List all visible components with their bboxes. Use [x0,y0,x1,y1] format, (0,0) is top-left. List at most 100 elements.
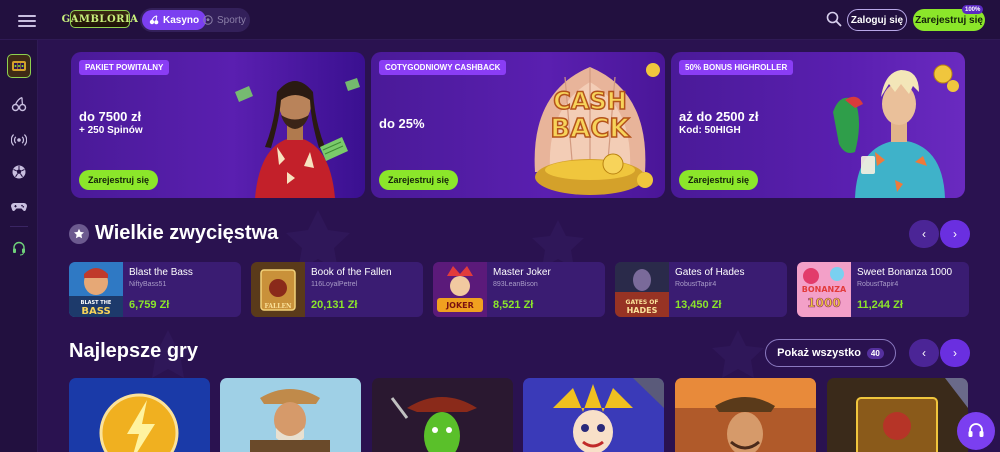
promo-character-illustration [235,78,360,198]
game-tile[interactable] [523,378,664,452]
promo-banner-highroller[interactable]: 50% BONUS HIGHROLLER aż do 2500 zł Kod: … [671,52,965,198]
big-win-game: Master Joker [493,267,551,278]
big-win-user: NiftyBass51 [129,281,167,288]
cherries-icon [149,15,159,25]
promo-subline: + 250 Spinów [79,125,143,136]
sidebar-item-casino[interactable] [7,92,31,116]
svg-text:FALLEN: FALLEN [264,303,292,310]
tab-sports[interactable]: Sporty [196,10,253,30]
promo-headline: aż do 2500 zł [679,109,759,124]
game-tile-art [675,378,816,452]
svg-text:GATES OF: GATES OF [626,299,659,306]
big-win-amount: 11,244 Zł [857,299,903,311]
tab-casino-label: Kasyno [163,14,200,26]
sidebar-item-support[interactable] [7,236,31,260]
games-count-badge: 40 [866,347,884,359]
headset-icon [13,241,25,256]
game-tile-art [220,378,361,452]
chevron-right-icon: › [953,346,957,360]
sidebar-item-sports[interactable] [7,160,31,184]
big-win-game: Book of the Fallen [311,267,392,278]
promo-headline: do 25% [379,116,425,131]
big-win-user: 893LeanBison [493,281,538,288]
game-thumbnail: BLAST THE BASS [69,262,123,317]
show-all-label: Pokaż wszystko [777,347,861,359]
chevron-right-icon: › [953,227,957,241]
sidebar-item-esports[interactable] [7,194,31,218]
promo-register-button[interactable]: Zarejestruj się [379,170,459,190]
big-win-card[interactable]: FALLEN Book of the Fallen 116LoyalPetrel… [251,262,423,317]
cashback-art-text-1: CASH [553,87,627,115]
svg-text:BONANZA: BONANZA [802,285,847,294]
game-thumbnail: GATES OF HADES [615,262,669,317]
big-win-card[interactable]: BONANZA 1000 Sweet Bonanza 1000 RobustTa… [797,262,969,317]
promo-register-button[interactable]: Zarejestruj się [79,170,159,190]
game-tile[interactable] [372,378,513,452]
big-wins-next-button[interactable]: › [940,220,970,248]
big-win-amount: 13,450 Zł [675,299,722,311]
soccer-ball-icon [203,15,213,25]
slot-machine-icon [12,61,26,71]
svg-text:JOKER: JOKER [445,301,474,310]
best-games-prev-button[interactable]: ‹ [909,339,939,367]
sidebar-divider [10,226,28,227]
promo-banner-cashback[interactable]: CASH BACK COTYGODNIOWY CASHBACK do 25% Z… [371,52,665,198]
cashback-shell-illustration: CASH BACK [534,63,660,195]
best-games-next-button[interactable]: › [940,339,970,367]
login-button[interactable]: Zaloguj się [847,9,907,31]
soccer-ball-icon [12,165,26,179]
bonus-badge: 100% [962,5,984,14]
big-win-user: RobustTapir4 [857,281,899,288]
promo-tag: COTYGODNIOWY CASHBACK [379,60,507,75]
game-tile[interactable] [69,378,210,452]
headset-icon [968,423,984,437]
mode-switch: Kasyno Sporty [140,8,250,32]
big-win-amount: 6,759 Zł [129,299,170,311]
big-wins-title: Wielkie zwycięstwa [95,222,279,244]
svg-text:1000: 1000 [807,296,840,310]
promo-headline: do 7500 zł [79,109,142,124]
game-tile-art [372,378,513,452]
live-broadcast-icon [11,134,27,146]
logo[interactable]: GAMBLORIA [62,10,138,28]
sidebar-item-live[interactable] [7,128,31,152]
promo-banner-welcome[interactable]: PAKIET POWITALNY do 7500 zł + 250 Spinów… [71,52,365,198]
tab-sports-label: Sporty [217,14,246,26]
game-tile-art [523,378,664,452]
best-games-title: Najlepsze gry [69,340,198,362]
game-thumbnail: FALLEN [251,262,305,317]
game-tile-art [69,378,210,452]
svg-text:BASS: BASS [81,306,110,317]
big-win-game: Blast the Bass [129,267,193,278]
big-win-card[interactable]: JOKER Master Joker 893LeanBison 8,521 Zł [433,262,605,317]
sidebar-item-slots[interactable] [7,54,31,78]
promo-tag: PAKIET POWITALNY [79,60,170,75]
cherries-icon [11,96,27,112]
sidebar [0,40,38,452]
game-tile[interactable] [827,378,968,452]
promo-register-button[interactable]: Zarejestruj się [679,170,759,190]
game-thumbnail: BONANZA 1000 [797,262,851,317]
live-support-button[interactable] [957,412,995,450]
star-icon [69,224,89,244]
top-bar: GAMBLORIA Kasyno Sporty Zaloguj się Zare… [0,0,1000,40]
promo-subline: Kod: 50HIGH [679,125,741,136]
hamburger-menu-icon[interactable] [18,12,36,28]
big-win-user: 116LoyalPetrel [311,281,358,288]
show-all-button[interactable]: Pokaż wszystko 40 [765,339,896,367]
big-wins-prev-button[interactable]: ‹ [909,220,939,248]
game-tile-art [827,378,968,452]
bonus-badge-text: 100% [965,6,981,13]
big-win-card[interactable]: GATES OF HADES Gates of Hades RobustTapi… [615,262,787,317]
chevron-left-icon: ‹ [922,346,926,360]
game-thumbnail: JOKER [433,262,487,317]
cashback-art-text-2: BACK [550,114,630,144]
game-tile[interactable] [675,378,816,452]
promo-tag: 50% BONUS HIGHROLLER [679,60,794,75]
big-win-card[interactable]: BLAST THE BASS Blast the Bass NiftyBass5… [69,262,241,317]
search-icon[interactable] [826,11,842,27]
gamepad-icon [11,203,27,211]
chevron-left-icon: ‹ [922,227,926,241]
big-win-game: Gates of Hades [675,267,745,278]
game-tile[interactable] [220,378,361,452]
